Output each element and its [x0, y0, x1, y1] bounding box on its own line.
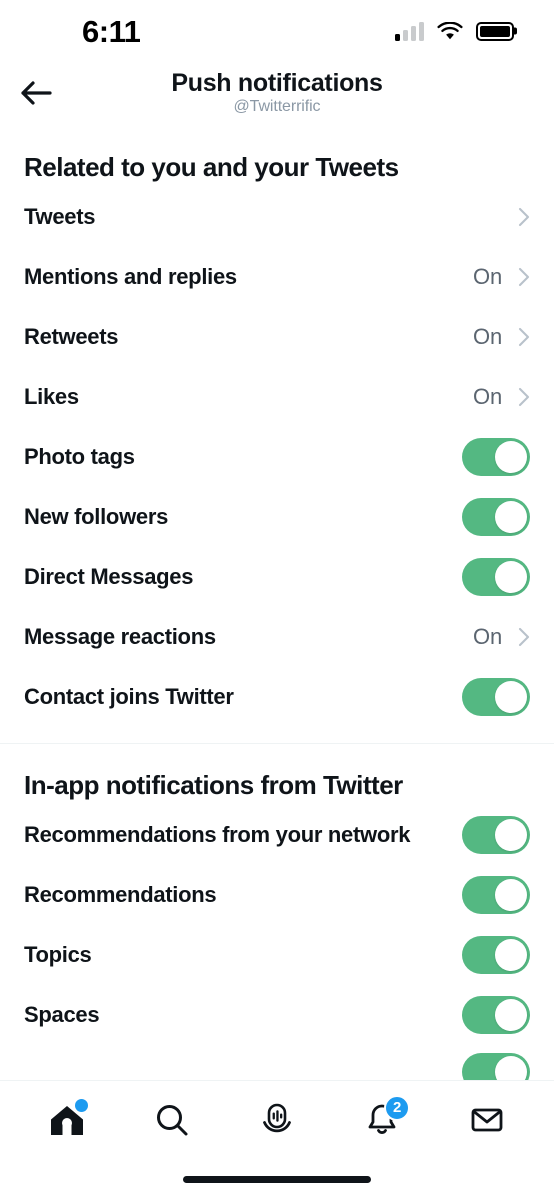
toggle-knob: [495, 879, 527, 911]
home-indicator-bar: [183, 1175, 371, 1183]
row-mentions-and-replies[interactable]: Mentions and replies On: [0, 247, 554, 307]
toggle-contact-joins-twitter[interactable]: [462, 678, 530, 716]
toggle-new-followers[interactable]: [462, 498, 530, 536]
chevron-right-icon: [518, 327, 530, 347]
row-contact-joins-twitter[interactable]: Contact joins Twitter: [0, 667, 554, 727]
status-time: 6:11: [82, 13, 141, 49]
row-tweets[interactable]: Tweets: [0, 187, 554, 247]
toggle-recommendations-from-your-network[interactable]: [462, 816, 530, 854]
row-label: New followers: [24, 504, 169, 529]
row-accessory: On: [473, 264, 530, 290]
app-screen: 6:11 Push notifications @Twitterrific Re…: [0, 0, 554, 1200]
row-label: Spaces: [24, 1002, 100, 1027]
toggle-knob: [495, 999, 527, 1031]
row-label: Tweets: [24, 204, 96, 229]
nav-header: Push notifications @Twitterrific: [0, 62, 554, 124]
row-label: Likes: [24, 384, 79, 409]
toggle-photo-tags[interactable]: [462, 438, 530, 476]
wifi-icon: [437, 21, 463, 39]
bottom-tab-bar: 2: [0, 1080, 554, 1158]
row-accessory: On: [473, 384, 530, 410]
row-value: On: [473, 384, 502, 409]
tab-search[interactable]: [135, 1091, 209, 1149]
toggle-knob: [495, 441, 527, 473]
toggle-partially-hidden[interactable]: [462, 1053, 530, 1080]
toggle-direct-messages[interactable]: [462, 558, 530, 596]
toggle-knob: [495, 939, 527, 971]
section-divider: [0, 743, 554, 744]
row-retweets[interactable]: Retweets On: [0, 307, 554, 367]
toggle-knob: [495, 819, 527, 851]
chevron-right-icon: [518, 267, 530, 287]
toggle-spaces[interactable]: [462, 996, 530, 1034]
page-title: Push notifications: [171, 69, 383, 98]
row-label: Photo tags: [24, 444, 135, 469]
back-button[interactable]: [10, 67, 62, 119]
row-photo-tags[interactable]: Photo tags: [0, 427, 554, 487]
tab-spaces[interactable]: [240, 1091, 314, 1149]
row-label: Topics: [24, 942, 92, 967]
toggle-topics[interactable]: [462, 936, 530, 974]
row-accessory: [502, 207, 530, 227]
chevron-right-icon: [518, 387, 530, 407]
row-label: Retweets: [24, 324, 119, 349]
page-subtitle: @Twitterrific: [233, 97, 321, 115]
cellular-signal-icon: [395, 21, 424, 41]
notifications-badge: 2: [384, 1094, 411, 1121]
status-bar: 6:11: [0, 0, 554, 62]
row-likes[interactable]: Likes On: [0, 367, 554, 427]
home-indicator-area: [0, 1158, 554, 1200]
row-value: On: [473, 624, 502, 649]
row-spaces[interactable]: Spaces: [0, 985, 554, 1045]
search-icon: [156, 1104, 188, 1135]
back-arrow-icon: [21, 81, 52, 105]
nav-title-group: Push notifications @Twitterrific: [0, 70, 554, 115]
section-title-in-app: In-app notifications from Twitter: [24, 770, 403, 800]
row-recommendations-from-your-network[interactable]: Recommendations from your network: [0, 805, 554, 865]
row-label: Message reactions: [24, 624, 216, 649]
tab-messages[interactable]: [450, 1091, 524, 1149]
row-recommendations[interactable]: Recommendations: [0, 865, 554, 925]
toggle-knob: [495, 1056, 527, 1080]
settings-list: Related to you and your Tweets Tweets Me…: [0, 124, 554, 1080]
row-label: Contact joins Twitter: [24, 684, 234, 709]
row-value: On: [473, 264, 502, 289]
row-label: Mentions and replies: [24, 264, 237, 289]
row-message-reactions[interactable]: Message reactions On: [0, 607, 554, 667]
row-accessory: On: [473, 624, 530, 650]
row-new-followers[interactable]: New followers: [0, 487, 554, 547]
status-indicators: [395, 21, 514, 41]
toggle-recommendations[interactable]: [462, 876, 530, 914]
toggle-knob: [495, 501, 527, 533]
tab-notifications[interactable]: 2: [345, 1091, 419, 1149]
tab-home[interactable]: [30, 1091, 104, 1149]
row-direct-messages[interactable]: Direct Messages: [0, 547, 554, 607]
row-label: Recommendations from your network: [24, 822, 411, 847]
home-unread-dot: [74, 1098, 88, 1112]
row-label: Recommendations: [24, 882, 217, 907]
section-title-related: Related to you and your Tweets: [24, 152, 399, 182]
envelope-icon: [471, 1108, 503, 1131]
chevron-right-icon: [518, 627, 530, 647]
battery-icon: [476, 21, 514, 41]
spaces-icon: [263, 1103, 291, 1132]
row-topics[interactable]: Topics: [0, 925, 554, 985]
row-partially-hidden[interactable]: [0, 1045, 554, 1080]
row-value: On: [473, 324, 502, 349]
toggle-knob: [495, 681, 527, 713]
row-label: Direct Messages: [24, 564, 194, 589]
chevron-right-icon: [518, 207, 530, 227]
row-accessory: On: [473, 324, 530, 350]
toggle-knob: [495, 561, 527, 593]
